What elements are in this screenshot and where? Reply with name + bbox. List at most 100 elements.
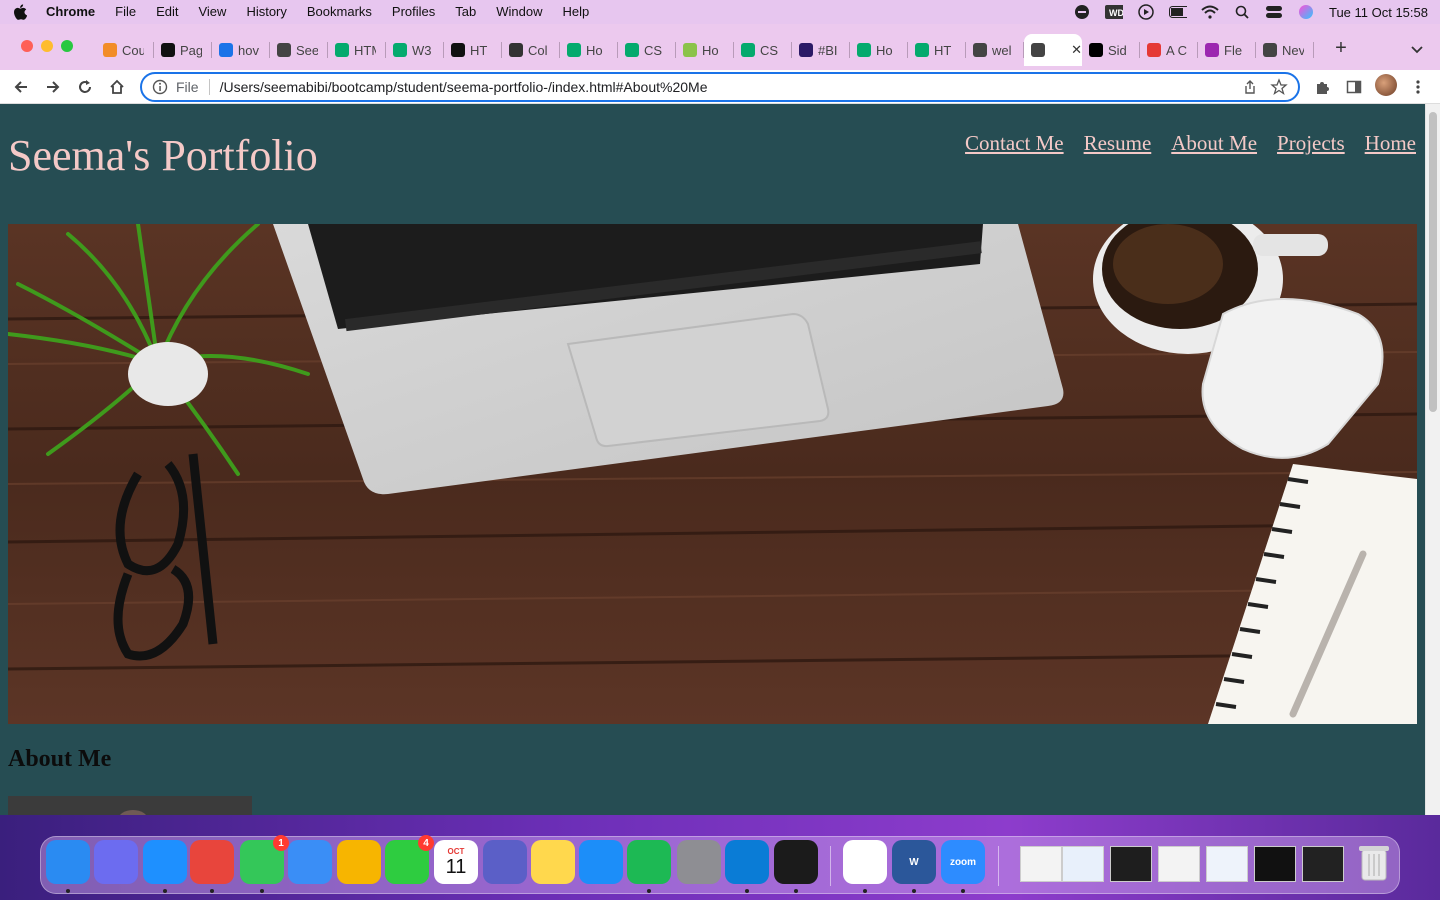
- tab-11[interactable]: CS: [734, 34, 792, 66]
- dock-window-thumbnail[interactable]: [1110, 846, 1152, 882]
- zoom-window-button[interactable]: [61, 40, 73, 52]
- bookmark-star-icon[interactable]: [1270, 78, 1288, 96]
- site-info-icon[interactable]: [152, 79, 168, 95]
- menu-file[interactable]: File: [105, 0, 146, 24]
- facetime-icon[interactable]: 4: [385, 835, 434, 884]
- battery-icon[interactable]: [1168, 5, 1187, 19]
- profile-avatar[interactable]: [1375, 74, 1397, 96]
- finder-icon[interactable]: [46, 840, 90, 884]
- tab-13[interactable]: Ho: [850, 34, 908, 66]
- launchpad-icon[interactable]: [94, 840, 138, 884]
- close-tab-icon[interactable]: ✕: [1071, 42, 1082, 58]
- messages-icon[interactable]: 1: [240, 835, 289, 884]
- tab-title: CS: [760, 42, 779, 58]
- nav-link-about-me[interactable]: About Me: [1171, 131, 1257, 156]
- nav-link-projects[interactable]: Projects: [1277, 131, 1345, 156]
- tab-9[interactable]: CS: [618, 34, 676, 66]
- wifi-icon[interactable]: [1201, 5, 1219, 19]
- ac-icon: [799, 43, 813, 57]
- eh-icon: [451, 43, 465, 57]
- spotlight-search-icon[interactable]: [1233, 5, 1251, 19]
- dock-window-thumbnail[interactable]: [1206, 846, 1248, 882]
- menu-profiles[interactable]: Profiles: [382, 0, 445, 24]
- tab-search-chevron-icon[interactable]: [1408, 40, 1426, 58]
- tab-20[interactable]: Nev: [1256, 34, 1314, 66]
- w3-icon: [625, 43, 639, 57]
- menu-app-name[interactable]: Chrome: [40, 0, 105, 24]
- control-center-icon[interactable]: [1265, 5, 1283, 19]
- play-icon[interactable]: [1137, 4, 1155, 20]
- share-icon[interactable]: [1242, 79, 1258, 95]
- focus-icon[interactable]: [1073, 5, 1091, 19]
- siri-icon[interactable]: [1297, 5, 1315, 19]
- photos-icon[interactable]: [337, 840, 381, 884]
- dock-window-thumbnail[interactable]: [1254, 846, 1296, 882]
- tab-16[interactable]: ✕: [1024, 34, 1082, 66]
- dock-window-thumbnail[interactable]: [1062, 846, 1104, 882]
- menu-window[interactable]: Window: [486, 0, 552, 24]
- menu-bookmarks[interactable]: Bookmarks: [297, 0, 382, 24]
- minimize-window-button[interactable]: [41, 40, 53, 52]
- address-url[interactable]: /Users/seemabibi/bootcamp/student/seema-…: [220, 79, 708, 95]
- tab-4[interactable]: HTM: [328, 34, 386, 66]
- tab-8[interactable]: Ho: [560, 34, 618, 66]
- slack-icon[interactable]: [843, 840, 887, 884]
- side-panel-icon[interactable]: [1344, 77, 1364, 97]
- scrollbar-thumb[interactable]: [1429, 112, 1437, 412]
- reload-icon[interactable]: [74, 76, 96, 98]
- w3-icon: [857, 43, 871, 57]
- spotify-icon[interactable]: [627, 840, 671, 884]
- w3-icon: [567, 43, 581, 57]
- tab-3[interactable]: See: [270, 34, 328, 66]
- tab-17[interactable]: Sid: [1082, 34, 1140, 66]
- tab-18[interactable]: A C: [1140, 34, 1198, 66]
- notes-icon[interactable]: [531, 840, 575, 884]
- dock-window-thumbnail[interactable]: [1302, 846, 1344, 882]
- terminal-icon[interactable]: [774, 840, 818, 884]
- menu-view[interactable]: View: [188, 0, 236, 24]
- trash-icon[interactable]: [1352, 840, 1396, 884]
- tab-5[interactable]: W3: [386, 34, 444, 66]
- page-scrollbar[interactable]: [1425, 104, 1440, 815]
- back-arrow-icon[interactable]: [10, 76, 32, 98]
- tab-14[interactable]: HT: [908, 34, 966, 66]
- chrome-icon[interactable]: [190, 840, 234, 884]
- extensions-puzzle-icon[interactable]: [1312, 77, 1332, 97]
- tab-12[interactable]: #BI: [792, 34, 850, 66]
- word-icon[interactable]: W: [892, 840, 936, 884]
- tab-15[interactable]: wel: [966, 34, 1024, 66]
- mail-icon[interactable]: [288, 840, 332, 884]
- teams-icon[interactable]: [483, 840, 527, 884]
- vscode-icon[interactable]: [725, 840, 769, 884]
- menu-help[interactable]: Help: [553, 0, 600, 24]
- tab-6[interactable]: HT: [444, 34, 502, 66]
- nav-link-home[interactable]: Home: [1365, 131, 1416, 156]
- nav-link-resume[interactable]: Resume: [1084, 131, 1152, 156]
- appstore-icon[interactable]: [579, 840, 623, 884]
- tab-10[interactable]: Ho: [676, 34, 734, 66]
- address-bar[interactable]: File /Users/seemabibi/bootcamp/student/s…: [140, 72, 1300, 102]
- menu-tab[interactable]: Tab: [445, 0, 486, 24]
- tab-0[interactable]: Cou: [96, 34, 154, 66]
- zoom-icon[interactable]: zoom: [941, 840, 985, 884]
- tab-7[interactable]: Col: [502, 34, 560, 66]
- tab-2[interactable]: hov: [212, 34, 270, 66]
- dock-window-thumbnail[interactable]: [1158, 846, 1200, 882]
- kebab-menu-icon[interactable]: [1408, 77, 1428, 97]
- dock-window-thumbnail[interactable]: [1020, 846, 1062, 882]
- close-window-button[interactable]: [21, 40, 33, 52]
- home-icon[interactable]: [106, 76, 128, 98]
- tab-1[interactable]: Pag: [154, 34, 212, 66]
- calendar-icon[interactable]: OCT 11: [434, 840, 478, 884]
- forward-arrow-icon[interactable]: [42, 76, 64, 98]
- menu-edit[interactable]: Edit: [146, 0, 188, 24]
- safari-icon[interactable]: [143, 840, 187, 884]
- menu-history[interactable]: History: [236, 0, 296, 24]
- settings-icon[interactable]: [677, 840, 721, 884]
- wd-drive-icon[interactable]: WD: [1104, 5, 1123, 19]
- nav-link-contact-me[interactable]: Contact Me: [965, 131, 1064, 156]
- tab-19[interactable]: Fle: [1198, 34, 1256, 66]
- new-tab-button[interactable]: +: [1330, 38, 1352, 60]
- menu-clock[interactable]: Tue 11 Oct 15:58: [1329, 5, 1428, 20]
- apple-icon[interactable]: [0, 0, 40, 24]
